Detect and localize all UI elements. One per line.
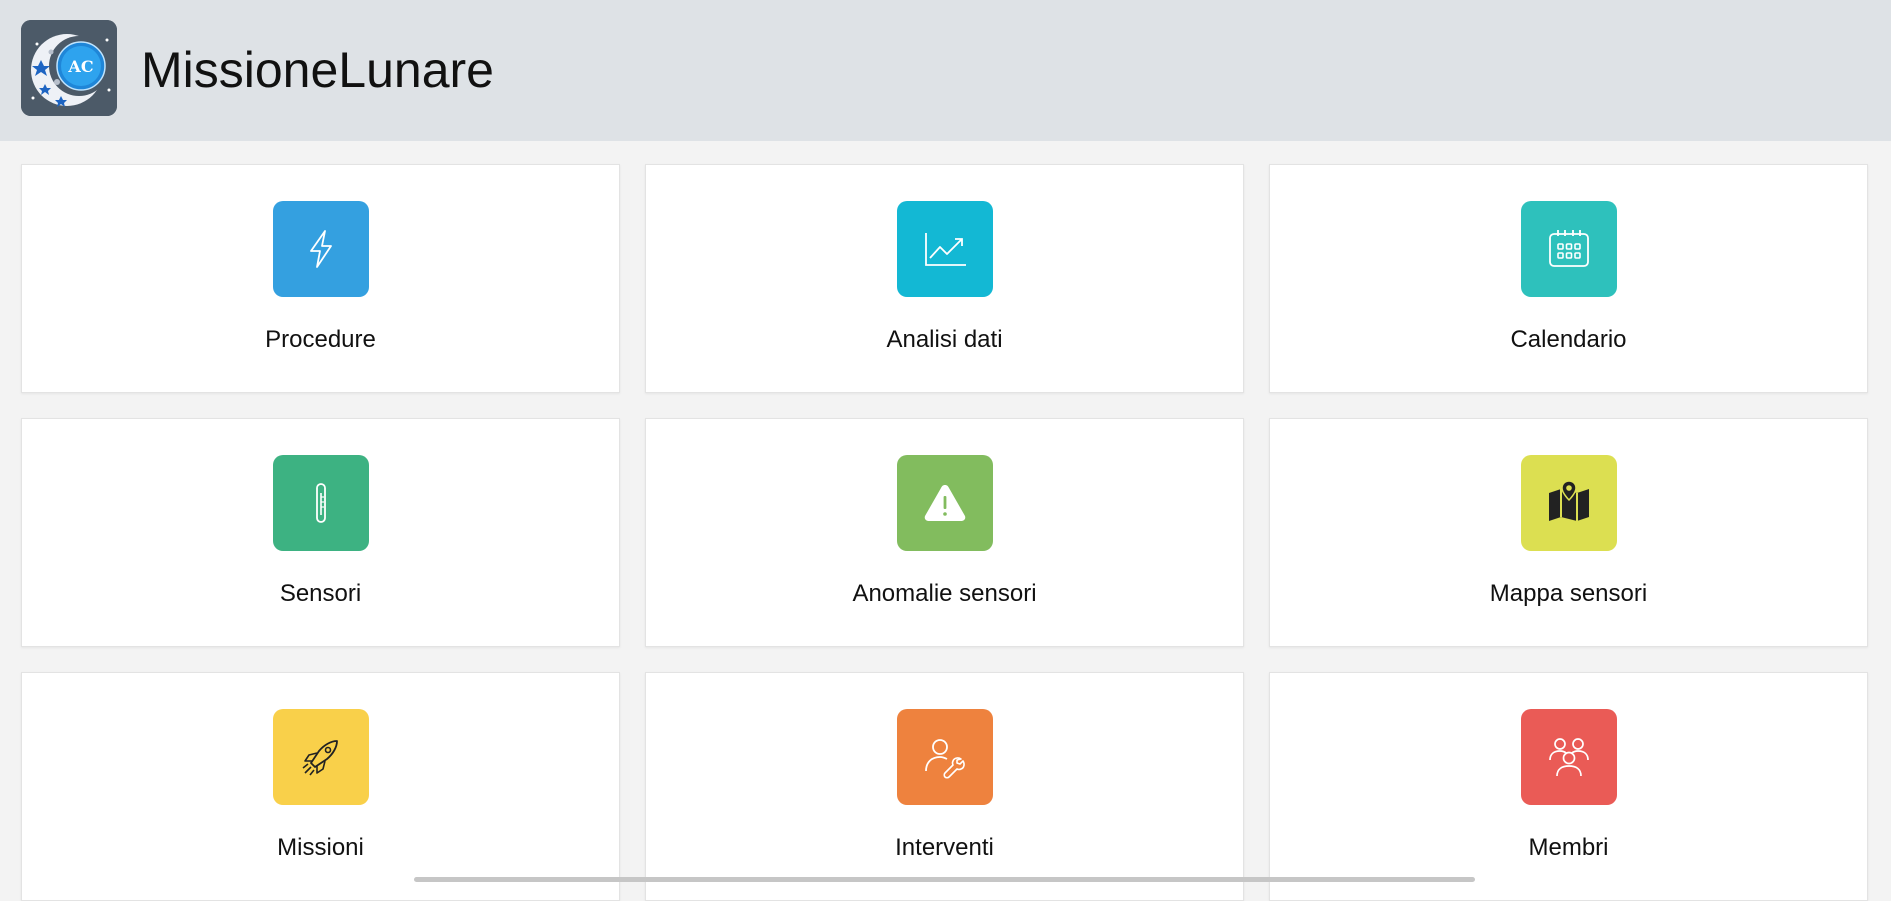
- card-label: Mappa sensori: [1489, 580, 1648, 607]
- card-label: Calendario: [1510, 326, 1627, 353]
- card-membri[interactable]: Membri: [1269, 672, 1868, 901]
- app-title: MissioneLunare: [141, 42, 494, 98]
- map-pin-icon: [1549, 480, 1589, 521]
- card-icon-tile: [1521, 455, 1617, 551]
- card-anomalie-sensori[interactable]: Anomalie sensori: [645, 418, 1244, 647]
- feature-grid: Procedure Analisi dati Calendario Sensor…: [21, 164, 1869, 901]
- line-chart-icon: [925, 233, 966, 266]
- card-icon-tile: [897, 201, 993, 297]
- calendar-icon: [1549, 230, 1589, 267]
- card-label: Interventi: [895, 834, 994, 861]
- moon-logo-icon: AC: [21, 20, 117, 116]
- card-calendario[interactable]: Calendario: [1269, 164, 1868, 393]
- users-icon: [1549, 738, 1589, 777]
- card-label: Procedure: [265, 326, 376, 353]
- card-interventi[interactable]: Interventi: [645, 672, 1244, 901]
- card-icon-tile: [897, 709, 993, 805]
- card-icon-tile: [1521, 201, 1617, 297]
- card-icon-tile: [897, 455, 993, 551]
- rocket-icon: [302, 740, 338, 776]
- card-procedure[interactable]: Procedure: [21, 164, 620, 393]
- card-analisi-dati[interactable]: Analisi dati: [645, 164, 1244, 393]
- lightning-icon: [310, 230, 332, 268]
- app-logo[interactable]: AC: [21, 20, 117, 116]
- card-label: Anomalie sensori: [852, 580, 1037, 607]
- horizontal-scrollbar[interactable]: [414, 877, 1475, 882]
- card-label: Analisi dati: [886, 326, 1003, 353]
- card-mappa-sensori[interactable]: Mappa sensori: [1269, 418, 1868, 647]
- card-icon-tile: [273, 709, 369, 805]
- card-label: Membri: [1528, 834, 1609, 861]
- app-header: AC MissioneLunare: [0, 0, 1891, 141]
- card-sensori[interactable]: Sensori: [21, 418, 620, 647]
- card-label: Missioni: [277, 834, 364, 861]
- card-icon-tile: [273, 201, 369, 297]
- warning-icon: [924, 485, 966, 521]
- card-missioni[interactable]: Missioni: [21, 672, 620, 901]
- card-icon-tile: [273, 455, 369, 551]
- logo-text: AC: [67, 57, 93, 76]
- user-wrench-icon: [925, 739, 965, 779]
- card-label: Sensori: [279, 580, 362, 607]
- thermometer-icon: [316, 483, 326, 523]
- card-icon-tile: [1521, 709, 1617, 805]
